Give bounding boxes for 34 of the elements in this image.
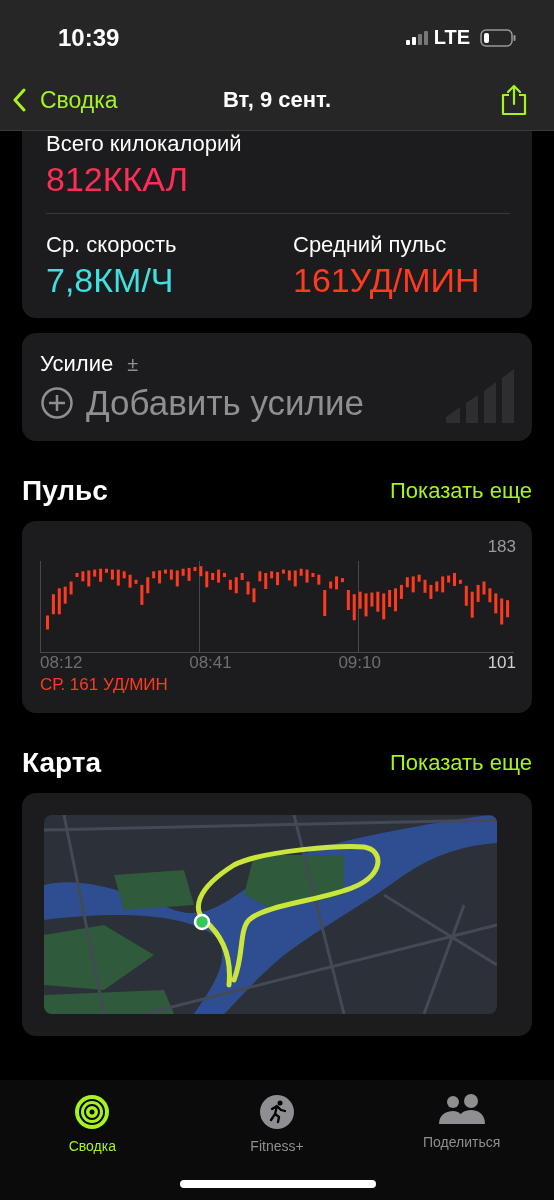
average-heart-rate: СР. 161 УД/МИН	[40, 675, 169, 695]
show-more-link[interactable]: Показать еще	[390, 750, 532, 776]
tab[interactable]: Сводка	[32, 1094, 153, 1154]
effort-label: Усилие	[40, 351, 114, 377]
battery-icon	[480, 28, 516, 47]
chevron-left-icon	[12, 88, 26, 112]
share-icon[interactable]	[500, 84, 528, 116]
axis-max-label: 183	[487, 537, 516, 557]
running-figure-icon	[259, 1094, 295, 1130]
section-title: Пульс	[22, 475, 108, 507]
activity-rings-icon	[74, 1094, 111, 1130]
show-more-link[interactable]: Показать еще	[390, 478, 532, 504]
network-label: LTE	[433, 26, 470, 49]
plus-minus-sign: ±	[127, 352, 139, 376]
axis-min-label: 101	[487, 653, 516, 673]
signal-icon	[405, 30, 428, 45]
nav-title: Вт, 9 сент.	[223, 87, 331, 113]
status-time: 10:39	[58, 23, 120, 52]
tab[interactable]: Поделиться	[401, 1094, 522, 1154]
metric-value: 812ККАЛ	[46, 159, 190, 200]
people-icon	[438, 1094, 485, 1126]
time-label: 08:12	[40, 653, 84, 673]
plus-circle-icon	[40, 386, 74, 420]
metric-value: 7,8КМ/Ч	[46, 260, 175, 301]
metric-label: Ср. скорость	[46, 232, 178, 258]
metric-label: Всего килокалорий	[46, 131, 243, 157]
back-button[interactable]: Сводка	[12, 86, 118, 114]
time-label: 09:10	[338, 653, 382, 673]
time-label: 08:41	[189, 653, 233, 673]
metric-value: 161УД/МИН	[293, 260, 481, 301]
metric-label: Средний пульс	[293, 232, 448, 258]
section-title: Карта	[22, 747, 102, 779]
add-effort-button[interactable]: Добавить усилие	[40, 383, 364, 423]
tab[interactable]: Fitness+	[217, 1094, 337, 1154]
